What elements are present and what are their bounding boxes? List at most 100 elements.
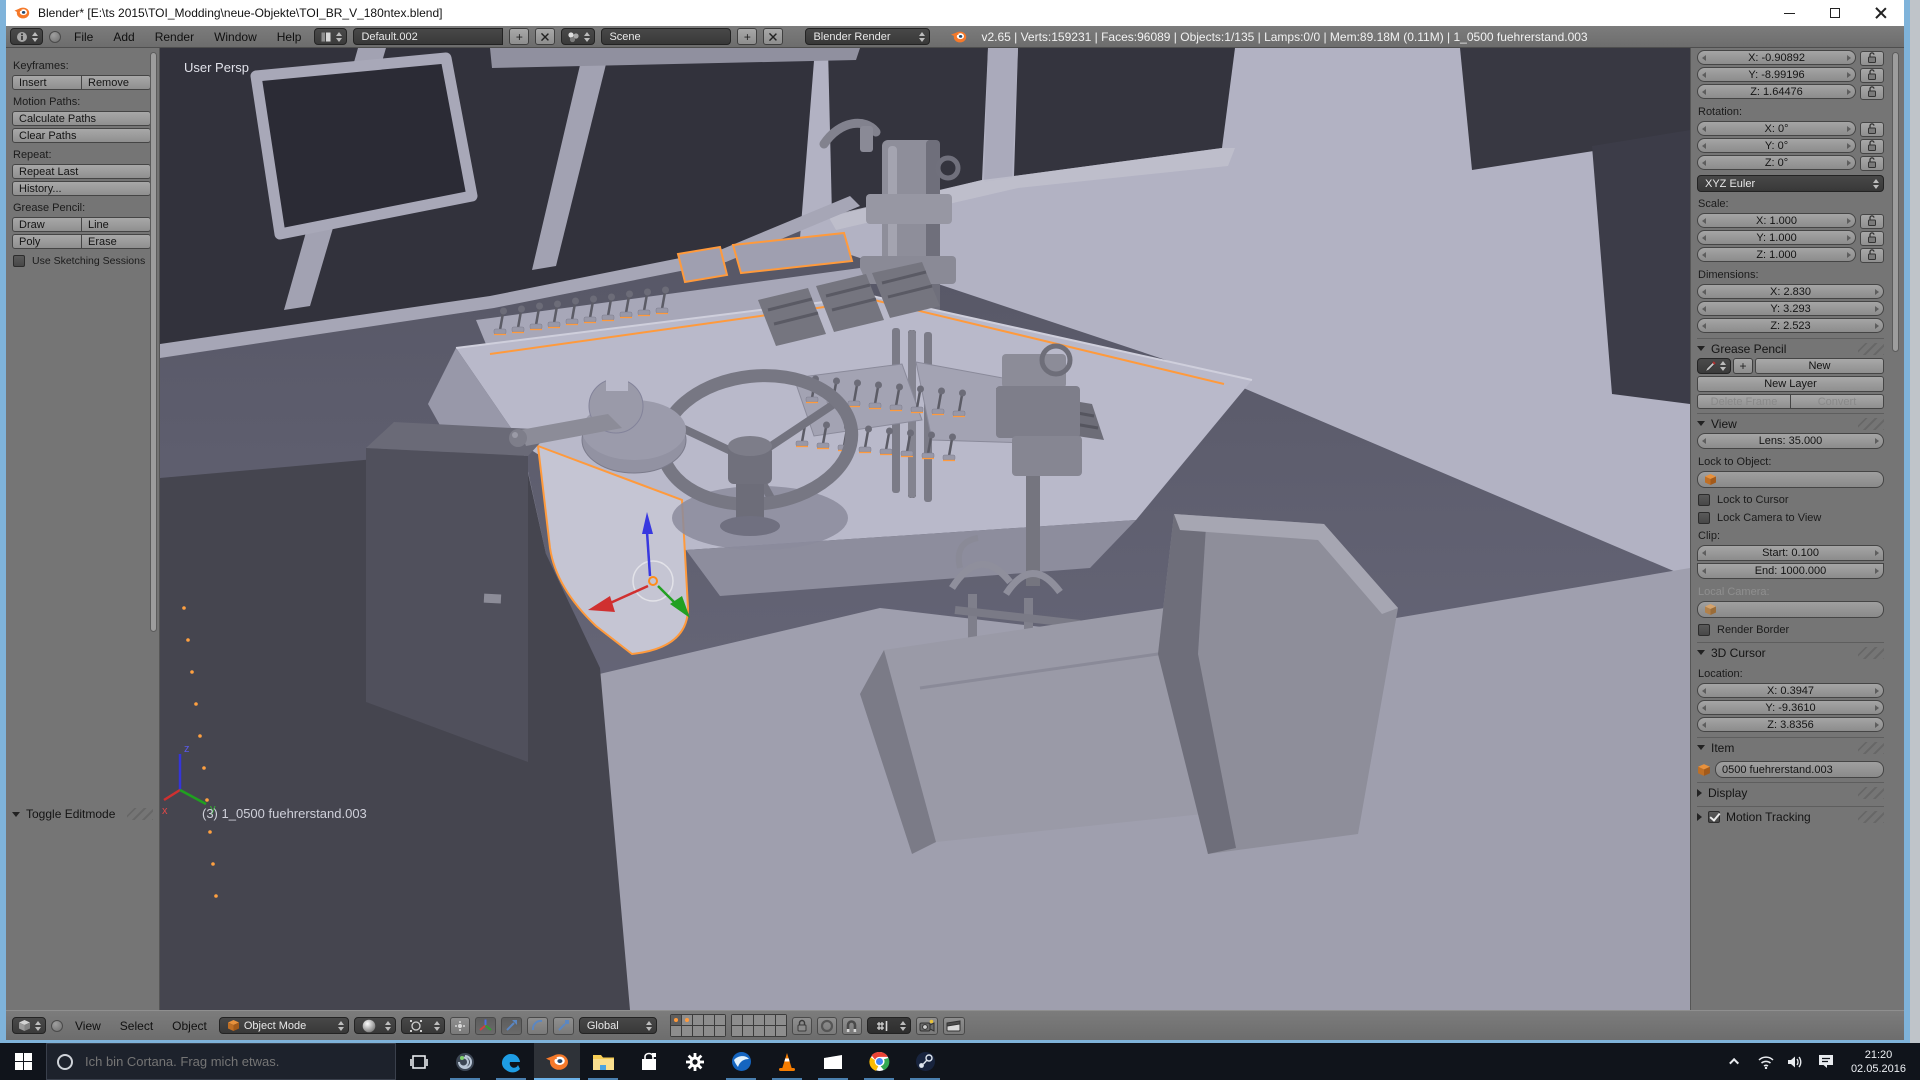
gp-new-button[interactable]: New (1755, 358, 1884, 374)
rotation-y-field[interactable]: Y: 0° (1697, 138, 1856, 153)
location-x-field[interactable]: X: -0.90892 (1697, 50, 1856, 65)
cortana-search-box[interactable] (46, 1043, 396, 1080)
rotation-x-field[interactable]: X: 0° (1697, 121, 1856, 136)
collapse-menus-toggle[interactable] (51, 1020, 63, 1032)
3d-cursor-panel-header[interactable]: 3D Cursor (1697, 642, 1884, 662)
calculate-paths-button[interactable]: Calculate Paths (12, 111, 151, 126)
task-view-button[interactable] (396, 1043, 442, 1080)
cursor-y-field[interactable]: Y: -9.3610 (1697, 700, 1884, 715)
lock-location-z[interactable] (1860, 85, 1884, 100)
lock-location-y[interactable] (1860, 68, 1884, 83)
opengl-render-animation-button[interactable] (943, 1017, 965, 1035)
lock-scale-z[interactable] (1860, 248, 1884, 263)
layer-1[interactable] (671, 1015, 681, 1025)
rotate-manipulator-button[interactable] (527, 1017, 548, 1035)
panel-drag-handle[interactable] (1858, 811, 1884, 823)
gp-draw-button[interactable]: Draw (12, 217, 82, 232)
cortana-search-input[interactable] (83, 1053, 363, 1070)
taskbar-store[interactable] (626, 1043, 672, 1080)
tray-volume[interactable] (1783, 1055, 1809, 1069)
dimensions-z-field[interactable]: Z: 2.523 (1697, 318, 1884, 333)
location-y-field[interactable]: Y: -8.99196 (1697, 67, 1856, 82)
lock-scale-y[interactable] (1860, 231, 1884, 246)
panel-drag-handle[interactable] (1858, 787, 1884, 799)
clip-start-field[interactable]: Start: 0.100 (1697, 545, 1884, 561)
translate-manipulator-button[interactable] (501, 1017, 522, 1035)
snap-toggle[interactable] (842, 1017, 862, 1035)
insert-keyframe-button[interactable]: Insert (12, 75, 82, 90)
grease-pencil-panel-header[interactable]: Grease Pencil (1697, 338, 1884, 358)
taskbar-vlc[interactable] (764, 1043, 810, 1080)
add-scene-button[interactable]: + (737, 28, 757, 45)
render-border-checkbox[interactable] (1698, 624, 1710, 636)
panel-drag-handle[interactable] (1858, 343, 1884, 355)
taskbar-settings[interactable] (672, 1043, 718, 1080)
gp-poly-button[interactable]: Poly (12, 234, 82, 249)
opengl-render-button[interactable] (916, 1017, 938, 1035)
taskbar-chrome[interactable] (856, 1043, 902, 1080)
lock-rotation-y[interactable] (1860, 139, 1884, 154)
lock-rotation-z[interactable] (1860, 156, 1884, 171)
gp-delete-frame-button[interactable]: Delete Frame (1697, 394, 1791, 409)
lock-location-x[interactable] (1860, 51, 1884, 66)
taskbar-spiral-app[interactable] (442, 1043, 488, 1080)
screen-layout-icon-button[interactable] (314, 28, 347, 45)
layers-widget[interactable] (670, 1014, 787, 1037)
operator-panel-header[interactable]: Toggle Editmode (12, 804, 153, 824)
lens-field[interactable]: Lens: 35.000 (1697, 433, 1884, 449)
properties-scrollbar[interactable] (1892, 52, 1899, 352)
cursor-z-field[interactable]: Z: 3.8356 (1697, 717, 1884, 732)
pivot-point-select[interactable] (401, 1017, 445, 1034)
repeat-last-button[interactable]: Repeat Last (12, 164, 151, 179)
tray-network[interactable] (1753, 1055, 1779, 1069)
proportional-edit-toggle[interactable] (817, 1017, 837, 1035)
menu-file[interactable]: File (67, 30, 100, 44)
layers-block-1[interactable] (670, 1014, 726, 1037)
taskbar-blender[interactable] (534, 1043, 580, 1080)
snap-element-select[interactable] (867, 1017, 911, 1034)
pivot-center-points-toggle[interactable] (450, 1017, 470, 1035)
delete-scene-button[interactable] (763, 28, 783, 45)
dimensions-y-field[interactable]: Y: 3.293 (1697, 301, 1884, 316)
editor-type-button[interactable] (10, 28, 43, 45)
screen-layout-name[interactable]: Default.002 (353, 28, 503, 45)
scale-z-field[interactable]: Z: 1.000 (1697, 247, 1856, 262)
rotation-mode-select[interactable]: XYZ Euler (1697, 175, 1884, 192)
panel-drag-handle[interactable] (127, 808, 153, 820)
remove-keyframe-button[interactable]: Remove (82, 75, 151, 90)
panel-drag-handle[interactable] (1858, 418, 1884, 430)
lock-to-object-field[interactable] (1697, 471, 1884, 488)
dimensions-x-field[interactable]: X: 2.830 (1697, 284, 1884, 299)
panel-drag-handle[interactable] (1858, 742, 1884, 754)
motion-tracking-checkbox[interactable] (1708, 811, 1720, 823)
add-screen-button[interactable]: + (509, 28, 529, 45)
transform-orientation-select[interactable]: Global (579, 1017, 657, 1034)
local-camera-field[interactable] (1697, 601, 1884, 618)
menu-object[interactable]: Object (165, 1019, 214, 1033)
taskbar-thunderbird[interactable] (718, 1043, 764, 1080)
cursor-x-field[interactable]: X: 0.3947 (1697, 683, 1884, 698)
gp-line-button[interactable]: Line (82, 217, 151, 232)
tool-shelf-scrollbar[interactable] (150, 52, 157, 632)
taskbar-clock[interactable]: 21:20 02.05.2016 (1843, 1048, 1914, 1076)
use-sketching-sessions-checkbox[interactable] (13, 255, 25, 267)
menu-view[interactable]: View (68, 1019, 108, 1033)
lock-to-cursor-checkbox[interactable] (1698, 494, 1710, 506)
item-panel-header[interactable]: Item (1697, 737, 1884, 757)
start-button[interactable] (0, 1043, 46, 1080)
taskbar-movie-maker[interactable] (810, 1043, 856, 1080)
active-object-name-field[interactable]: 0500 fuehrerstand.003 (1715, 761, 1884, 778)
gp-draw-mode-button[interactable] (1697, 358, 1731, 374)
lock-rotation-x[interactable] (1860, 122, 1884, 137)
clear-paths-button[interactable]: Clear Paths (12, 128, 151, 143)
gp-erase-button[interactable]: Erase (82, 234, 151, 249)
layer-2[interactable] (682, 1015, 692, 1025)
3d-viewport[interactable]: z x y User Persp (3) 1_0500 fuehrerstand… (160, 48, 1690, 1010)
location-z-field[interactable]: Z: 1.64476 (1697, 84, 1856, 99)
render-engine-select[interactable]: Blender Render (805, 28, 930, 45)
panel-drag-handle[interactable] (1858, 647, 1884, 659)
layers-block-2[interactable] (731, 1014, 787, 1037)
motion-tracking-panel-header[interactable]: Motion Tracking (1697, 806, 1884, 826)
clip-end-field[interactable]: End: 1000.000 (1697, 563, 1884, 579)
close-button[interactable] (1858, 0, 1904, 26)
